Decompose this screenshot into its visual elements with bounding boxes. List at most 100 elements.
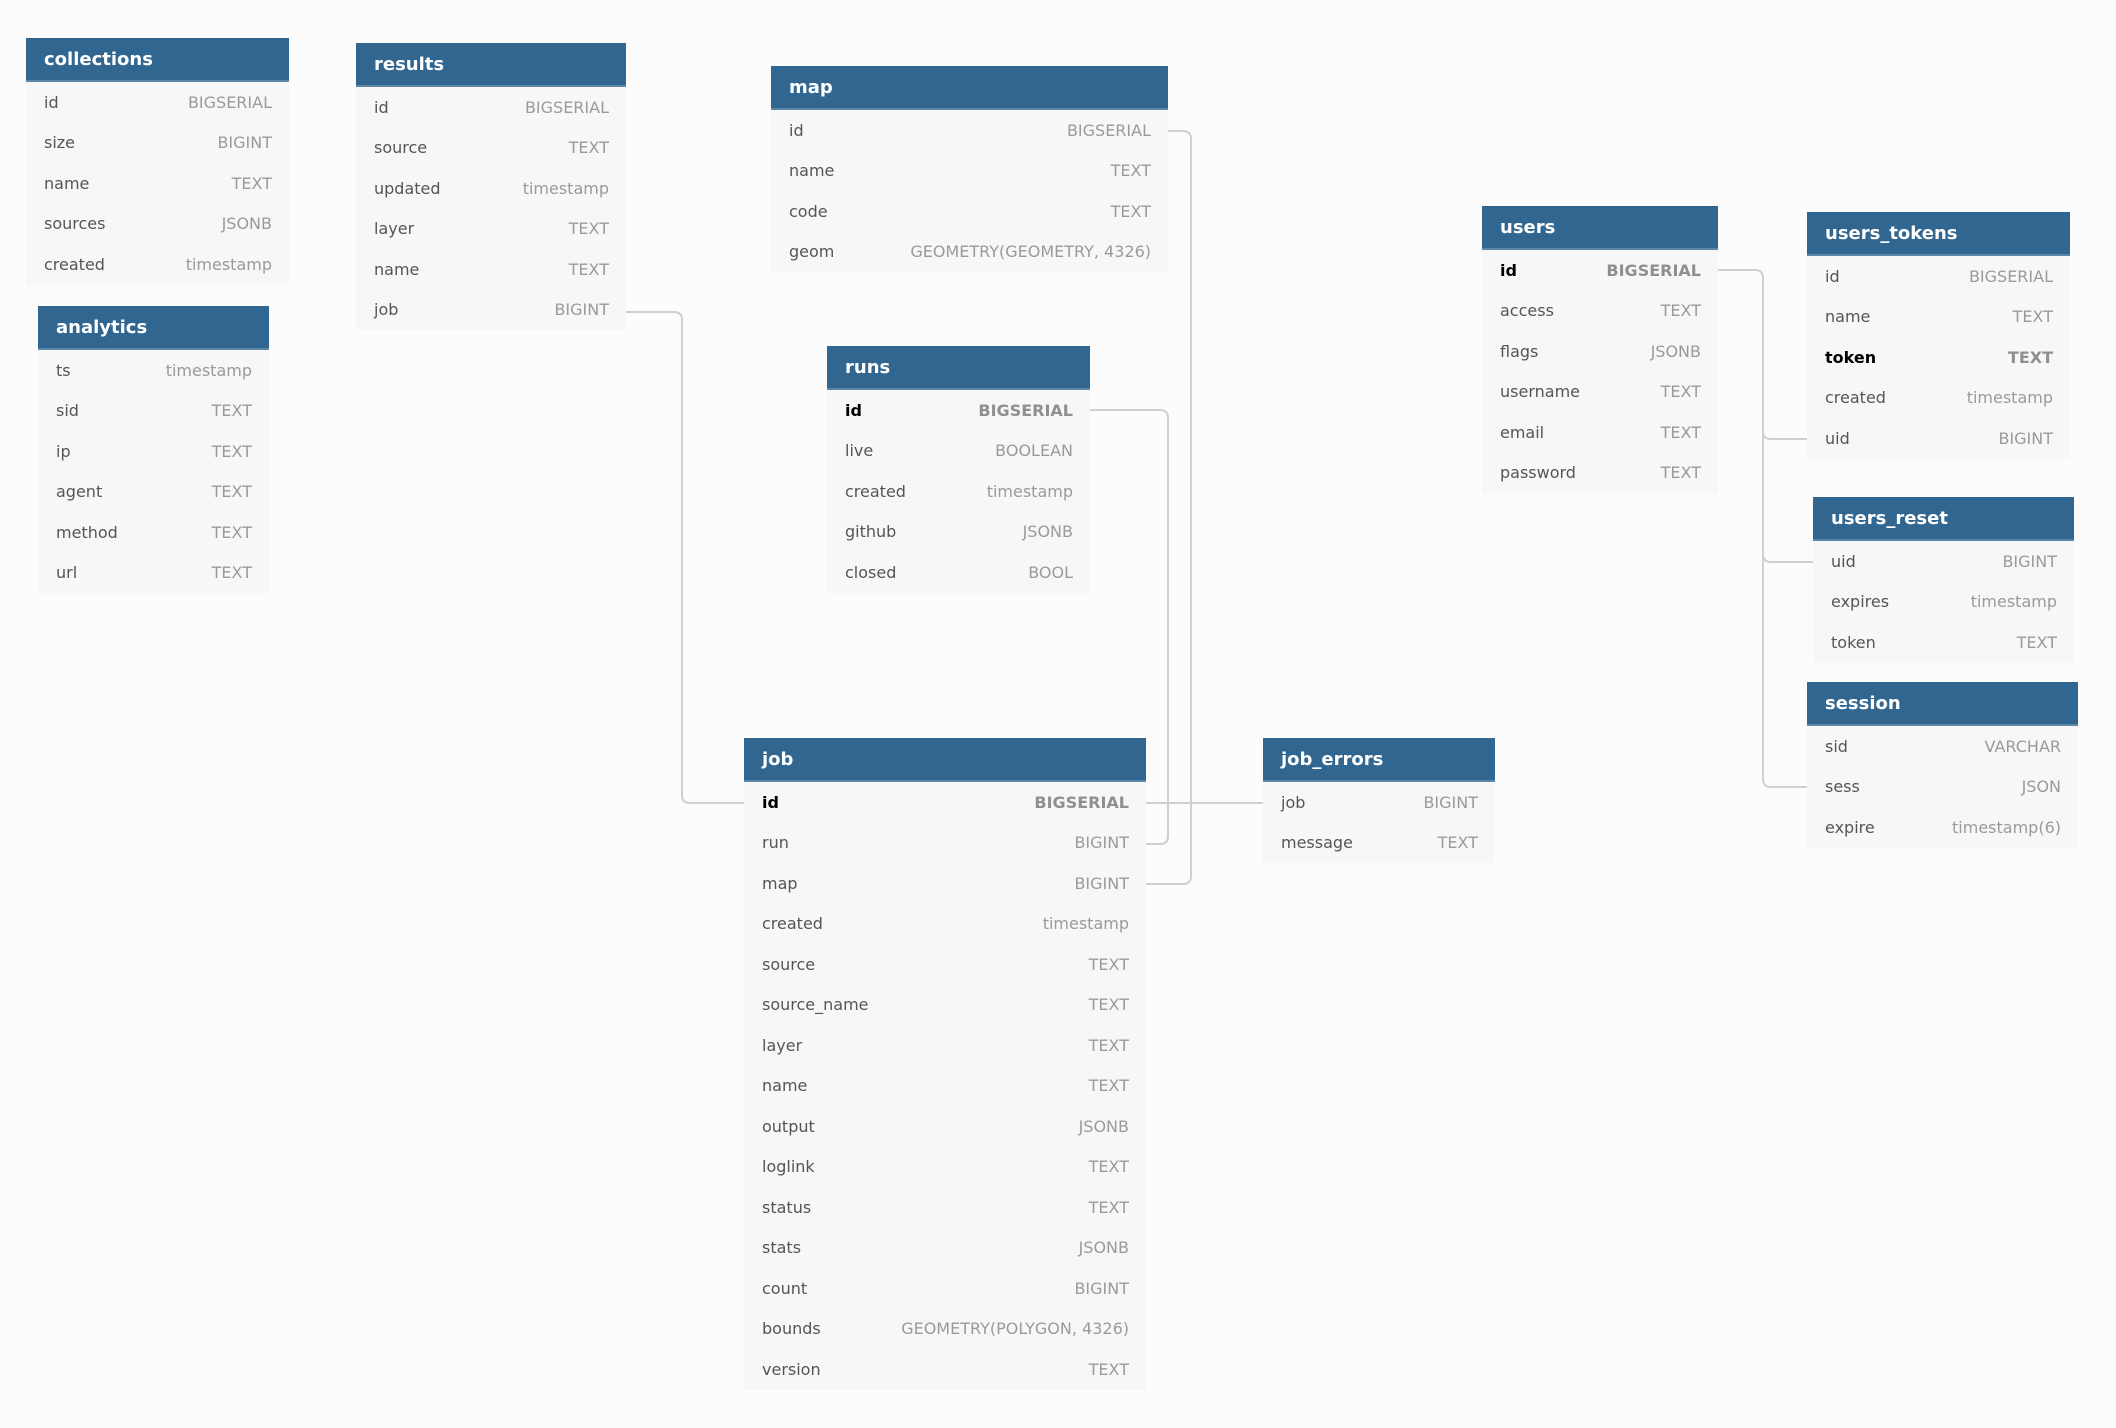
column-row[interactable]: flags JSONB xyxy=(1482,331,1718,372)
column-type: BIGINT xyxy=(1998,428,2053,448)
table-title[interactable]: runs xyxy=(827,346,1090,390)
table-results[interactable]: results id BIGSERIAL source TEXT updated times… xyxy=(356,43,626,330)
column-row[interactable]: id BIGSERIAL xyxy=(356,87,626,128)
column-type: BIGINT xyxy=(1074,1278,1129,1298)
table-title[interactable]: analytics xyxy=(38,306,269,350)
column-row[interactable]: id BIGSERIAL xyxy=(771,110,1168,151)
column-row[interactable]: layer TEXT xyxy=(744,1025,1146,1066)
column-row[interactable]: message TEXT xyxy=(1263,823,1495,864)
column-row[interactable]: created timestamp xyxy=(744,904,1146,945)
column-row[interactable]: id BIGSERIAL xyxy=(1807,256,2070,297)
table-title[interactable]: results xyxy=(356,43,626,87)
column-row[interactable]: output JSONB xyxy=(744,1106,1146,1147)
column-type: TEXT xyxy=(1660,463,1701,483)
column-row[interactable]: ip TEXT xyxy=(38,431,269,472)
column-name: status xyxy=(762,1197,812,1217)
column-row[interactable]: email TEXT xyxy=(1482,412,1718,453)
column-name: created xyxy=(1825,388,1886,408)
column-row[interactable]: job BIGINT xyxy=(1263,782,1495,823)
column-row[interactable]: uid BIGINT xyxy=(1813,541,2074,582)
column-row[interactable]: sources JSONB xyxy=(26,204,289,245)
table-title[interactable]: map xyxy=(771,66,1168,110)
column-row[interactable]: id BIGSERIAL xyxy=(26,82,289,123)
column-name: sess xyxy=(1825,777,1860,797)
column-row[interactable]: closed BOOL xyxy=(827,552,1090,593)
column-row[interactable]: id BIGSERIAL xyxy=(827,390,1090,431)
column-row[interactable]: token TEXT xyxy=(1807,337,2070,378)
column-name: flags xyxy=(1500,341,1539,361)
column-row[interactable]: live BOOLEAN xyxy=(827,431,1090,472)
column-row[interactable]: sid VARCHAR xyxy=(1807,726,2078,767)
table-title[interactable]: job_errors xyxy=(1263,738,1495,782)
column-row[interactable]: method TEXT xyxy=(38,512,269,553)
column-row[interactable]: ts timestamp xyxy=(38,350,269,391)
table-users[interactable]: users id BIGSERIAL access TEXT flags JSONB user… xyxy=(1482,206,1718,493)
column-name: id xyxy=(44,92,59,112)
column-row[interactable]: updated timestamp xyxy=(356,168,626,209)
column-row[interactable]: name TEXT xyxy=(26,163,289,204)
column-row[interactable]: created timestamp xyxy=(1807,378,2070,419)
table-job-errors[interactable]: job_errors job BIGINT message TEXT xyxy=(1263,738,1495,863)
table-session[interactable]: session sid VARCHAR sess JSON expire timestamp… xyxy=(1807,682,2078,848)
column-row[interactable]: job BIGINT xyxy=(356,290,626,331)
column-row[interactable]: stats JSONB xyxy=(744,1228,1146,1269)
table-users-tokens[interactable]: users_tokens id BIGSERIAL name TEXT token TEXT… xyxy=(1807,212,2070,459)
table-map[interactable]: map id BIGSERIAL name TEXT code TEXT geom GEOMET… xyxy=(771,66,1168,272)
column-row[interactable]: expire timestamp(6) xyxy=(1807,807,2078,848)
table-title[interactable]: users_tokens xyxy=(1807,212,2070,256)
column-type: TEXT xyxy=(568,138,609,158)
column-row[interactable]: size BIGINT xyxy=(26,123,289,164)
column-type: TEXT xyxy=(2007,347,2053,367)
column-row[interactable]: bounds GEOMETRY(POLYGON, 4326) xyxy=(744,1309,1146,1350)
column-row[interactable]: name TEXT xyxy=(744,1066,1146,1107)
table-title[interactable]: collections xyxy=(26,38,289,82)
column-row[interactable]: status TEXT xyxy=(744,1187,1146,1228)
column-row[interactable]: geom GEOMETRY(GEOMETRY, 4326) xyxy=(771,232,1168,273)
column-row[interactable]: expires timestamp xyxy=(1813,582,2074,623)
column-row[interactable]: sess JSON xyxy=(1807,767,2078,808)
column-row[interactable]: uid BIGINT xyxy=(1807,418,2070,459)
column-row[interactable]: count BIGINT xyxy=(744,1268,1146,1309)
column-row[interactable]: sid TEXT xyxy=(38,391,269,432)
column-row[interactable]: code TEXT xyxy=(771,191,1168,232)
column-name: source xyxy=(374,138,428,158)
table-title[interactable]: session xyxy=(1807,682,2078,726)
column-name: size xyxy=(44,133,76,153)
column-row[interactable]: username TEXT xyxy=(1482,372,1718,413)
column-row[interactable]: password TEXT xyxy=(1482,453,1718,494)
column-row[interactable]: source_name TEXT xyxy=(744,985,1146,1026)
column-row[interactable]: token TEXT xyxy=(1813,622,2074,663)
column-name: uid xyxy=(1831,551,1856,571)
column-type: TEXT xyxy=(1110,201,1151,221)
column-row[interactable]: created timestamp xyxy=(26,244,289,285)
table-users-reset[interactable]: users_reset uid BIGINT expires timestamp toke… xyxy=(1813,497,2074,663)
column-row[interactable]: id BIGSERIAL xyxy=(744,782,1146,823)
column-row[interactable]: created timestamp xyxy=(827,471,1090,512)
column-type: GEOMETRY(POLYGON, 4326) xyxy=(901,1319,1129,1339)
column-type: TEXT xyxy=(231,173,272,193)
column-row[interactable]: name TEXT xyxy=(1807,297,2070,338)
column-row[interactable]: source TEXT xyxy=(744,944,1146,985)
column-row[interactable]: github JSONB xyxy=(827,512,1090,553)
column-row[interactable]: access TEXT xyxy=(1482,291,1718,332)
column-row[interactable]: layer TEXT xyxy=(356,209,626,250)
table-runs[interactable]: runs id BIGSERIAL live BOOLEAN created timesta… xyxy=(827,346,1090,593)
column-row[interactable]: name TEXT xyxy=(771,151,1168,192)
table-title[interactable]: users_reset xyxy=(1813,497,2074,541)
table-title[interactable]: users xyxy=(1482,206,1718,250)
table-job[interactable]: job id BIGSERIAL run BIGINT map BIGINT created t… xyxy=(744,738,1146,1390)
column-row[interactable]: version TEXT xyxy=(744,1349,1146,1390)
column-row[interactable]: id BIGSERIAL xyxy=(1482,250,1718,291)
table-analytics[interactable]: analytics ts timestamp sid TEXT ip TEXT agent TE… xyxy=(38,306,269,593)
column-row[interactable]: run BIGINT xyxy=(744,823,1146,864)
column-row[interactable]: source TEXT xyxy=(356,128,626,169)
column-type: TEXT xyxy=(2012,307,2053,327)
column-row[interactable]: url TEXT xyxy=(38,553,269,594)
column-row[interactable]: loglink TEXT xyxy=(744,1147,1146,1188)
column-row[interactable]: name TEXT xyxy=(356,249,626,290)
column-type: BIGSERIAL xyxy=(1968,266,2053,286)
column-row[interactable]: map BIGINT xyxy=(744,863,1146,904)
table-title[interactable]: job xyxy=(744,738,1146,782)
column-row[interactable]: agent TEXT xyxy=(38,472,269,513)
table-collections[interactable]: collections id BIGSERIAL size BIGINT name TEXT… xyxy=(26,38,289,285)
